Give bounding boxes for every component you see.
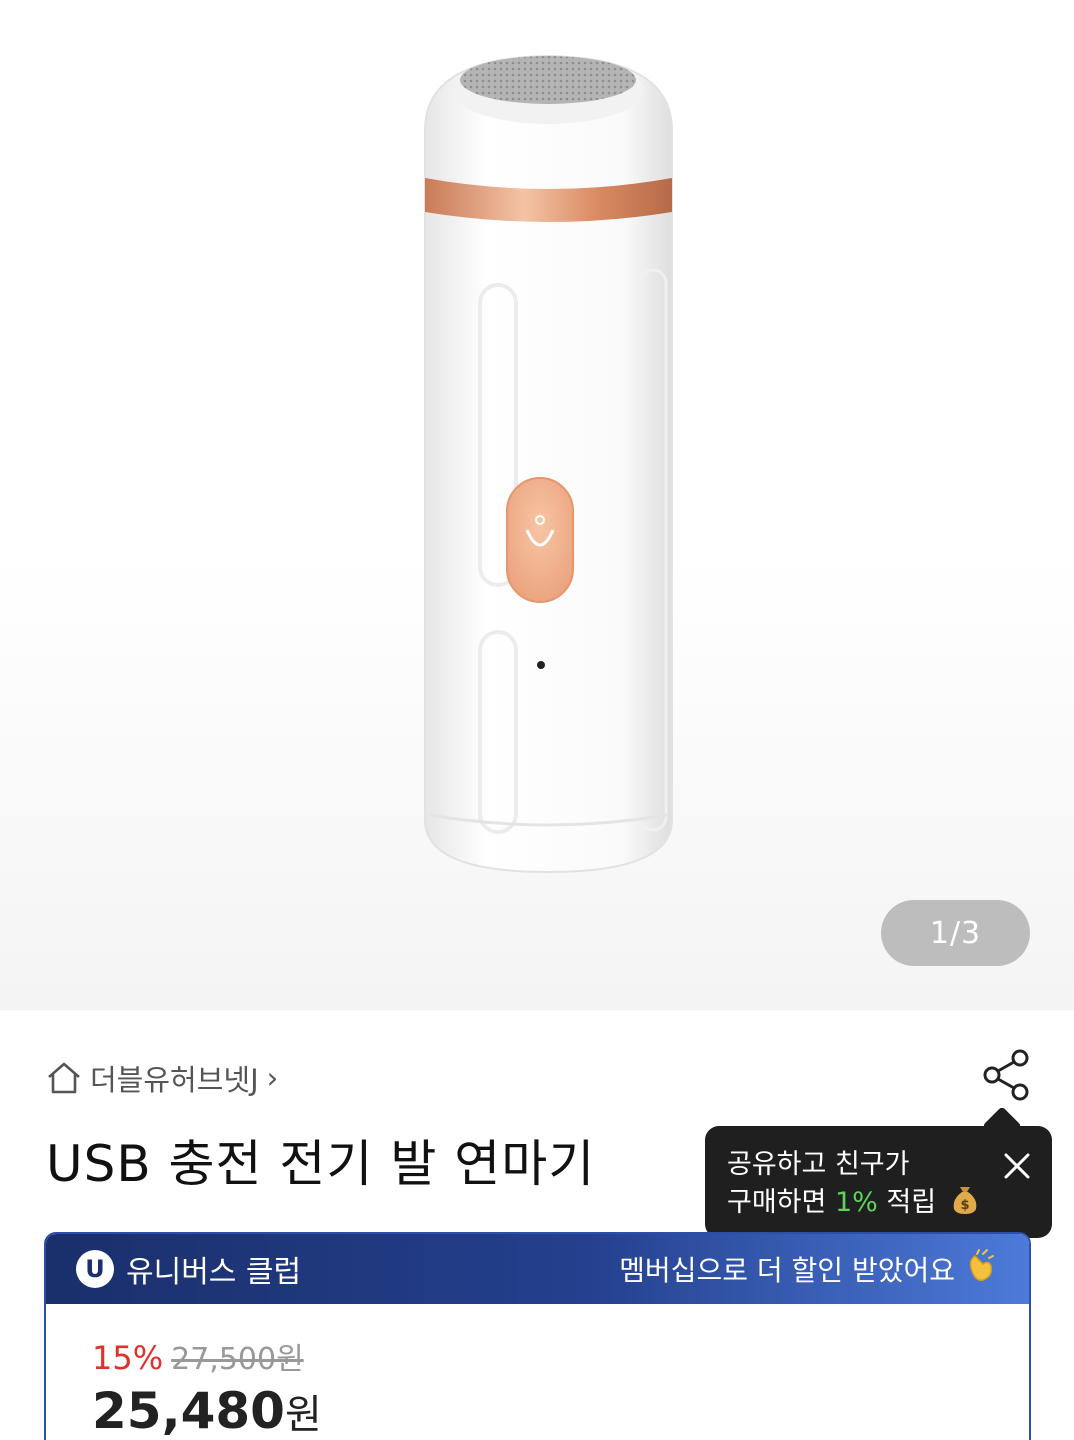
- share-button[interactable]: [978, 1048, 1034, 1106]
- reward-percent: 1%: [834, 1187, 878, 1218]
- sale-price-unit: 원: [284, 1392, 322, 1438]
- club-message: 멤버십으로 더 할인 받았어요: [619, 1234, 999, 1304]
- svg-text:$: $: [960, 1198, 969, 1213]
- product-photo: [424, 54, 673, 874]
- club-message-text: 멤버십으로 더 할인 받았어요: [619, 1254, 955, 1287]
- tooltip-close-button[interactable]: [997, 1148, 1037, 1188]
- tooltip-line-2: 구매하면 1% 적립 $: [727, 1183, 1032, 1225]
- universe-club-card[interactable]: U 유니버스 클럽 멤버십으로 더 할인 받았어요 15% 27,500원 25…: [44, 1232, 1031, 1440]
- store-name: 더블유허브넷J: [90, 1063, 259, 1097]
- home-icon: [46, 1061, 82, 1095]
- club-header: U 유니버스 클럽 멤버십으로 더 할인 받았어요: [46, 1234, 1029, 1304]
- price-box: 15% 27,500원 25,480원: [46, 1304, 1029, 1440]
- close-icon: [1003, 1152, 1031, 1184]
- gallery-total-pages: 3: [961, 915, 982, 951]
- tooltip-line-1: 공유하고 친구가: [727, 1149, 910, 1180]
- original-price: 27,500원: [171, 1342, 304, 1377]
- product-image-gallery[interactable]: 1/3: [0, 0, 1074, 1010]
- tooltip-line-2-suffix: 적립: [877, 1187, 937, 1218]
- discount-line: 15% 27,500원: [92, 1334, 1029, 1378]
- discount-rate: 15%: [92, 1339, 164, 1377]
- club-name: 유니버스 클럽: [126, 1255, 302, 1290]
- money-bag-icon: $: [951, 1183, 979, 1225]
- product-title: USB 충전 전기 발 연마기: [46, 1135, 596, 1193]
- sale-price: 25,480원: [92, 1382, 1029, 1440]
- tooltip-line-2-prefix: 구매하면: [727, 1187, 835, 1218]
- store-breadcrumb[interactable]: 더블유허브넷J ›: [46, 1058, 278, 1098]
- club-badge-icon: U: [76, 1250, 114, 1288]
- clapping-hands-icon: [963, 1248, 999, 1291]
- gallery-current-page: 1: [929, 915, 950, 951]
- gallery-page-separator: /: [949, 915, 962, 951]
- sale-price-amount: 25,480: [92, 1382, 285, 1440]
- share-icon: [980, 1048, 1032, 1106]
- chevron-right-icon: ›: [266, 1061, 279, 1095]
- share-reward-tooltip: 공유하고 친구가 구매하면 1% 적립 $: [705, 1126, 1052, 1238]
- gallery-page-indicator: 1/3: [881, 900, 1030, 966]
